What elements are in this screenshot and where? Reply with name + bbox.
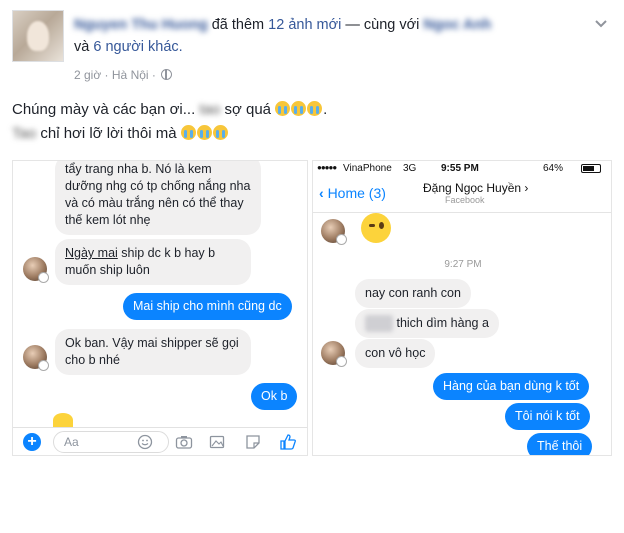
hidden-word: Tao (12, 125, 37, 142)
chevron-left-icon: ‹ (319, 185, 324, 201)
caption-line-2: Tao chỉ hơi lỡ lời thôi mà (12, 122, 612, 146)
sent-bubble: Mai ship cho mình cũng dc (123, 293, 292, 320)
clock-label: 9:55 PM (441, 163, 479, 174)
contact-avatar (23, 257, 49, 283)
contact-name[interactable]: Đặng Ngọc Huyền › (423, 181, 528, 195)
post-headline: Nguyen Thu Huong đã thêm 12 ảnh mới — cù… (74, 14, 594, 58)
post-meta: 2 giờ · Hà Nội · (74, 68, 173, 82)
and-text: và (74, 39, 90, 55)
network-label: 3G (403, 163, 417, 174)
post-header: Nguyen Thu Huong đã thêm 12 ảnh mới — cù… (12, 10, 612, 90)
battery-label: 64% (543, 163, 564, 174)
hidden-word: tao (199, 101, 221, 118)
sent-bubble: Thế thôi (527, 433, 593, 455)
carrier-label: VinaPhone (343, 163, 392, 174)
back-button[interactable]: ‹ Home (3) (319, 185, 386, 201)
crying-emoji-icon (291, 101, 307, 116)
photo-right-chat[interactable]: ●●●●● VinaPhone 3G 9:55 PM 64% ‹ Home (3… (312, 160, 612, 456)
emoji-partial (53, 413, 73, 427)
crying-emoji-icon (307, 101, 323, 116)
author-name[interactable]: Nguyen Thu Huong (74, 14, 208, 36)
back-label: Home (3) (327, 185, 386, 201)
camera-icon[interactable] (175, 434, 193, 450)
status-bar: ●●●●● VinaPhone 3G 9:55 PM 64% (313, 161, 611, 177)
sticker-icon[interactable] (245, 434, 261, 450)
message-bubble: xx thich dìm hàng a (355, 309, 499, 338)
smiley-icon[interactable] (137, 434, 153, 450)
contact-avatar (23, 345, 49, 371)
chevron-down-icon[interactable] (594, 16, 608, 32)
caption-line-1: Chúng mày và các bạn ơi... tao sợ quá . (12, 98, 612, 122)
globe-icon[interactable] (161, 69, 173, 80)
message-bubble: Ok ban. Vậy mai shipper sẽ gọi cho b nhé (55, 329, 251, 375)
contact-subtitle: Facebook (445, 195, 485, 205)
crying-emoji-icon (196, 125, 212, 140)
message-bubble: con vô học (355, 339, 436, 368)
chat-nav-bar: ‹ Home (3) Đặng Ngọc Huyền › Facebook (313, 177, 611, 213)
action-text: đã thêm (211, 17, 265, 33)
post-time[interactable]: 2 giờ (74, 68, 101, 82)
battery-icon (581, 164, 601, 173)
hidden-name: xx (365, 315, 393, 332)
message-bubble: tẩy trang nha b. Nó là kem dưỡng nhg có … (55, 161, 261, 235)
post-location[interactable]: Hà Nội (112, 68, 149, 82)
image-icon[interactable] (209, 434, 225, 450)
contact-avatar (321, 219, 347, 245)
others-link[interactable]: 6 người khác. (93, 39, 182, 55)
crying-emoji-icon (212, 125, 228, 140)
crying-emoji-icon (180, 125, 196, 140)
plus-icon[interactable]: + (23, 433, 41, 451)
wink-emoji-icon (361, 213, 391, 243)
chevron-right-icon: › (524, 181, 529, 195)
like-icon[interactable] (279, 434, 296, 450)
with-text: — cùng với (345, 17, 420, 33)
tagged-person[interactable]: Ngoc Anh (423, 14, 491, 36)
sent-bubble: Tôi nói k tốt (505, 403, 590, 430)
photo-left-chat[interactable]: tẩy trang nha b. Nó là kem dưỡng nhg có … (12, 160, 308, 456)
message-bubble: Ngày mai ship dc k b hay b muốn ship luô… (55, 239, 251, 285)
sent-bubble: Ok b (251, 383, 298, 410)
photos-link[interactable]: 12 ảnh mới (268, 17, 341, 33)
time-divider: 9:27 PM (444, 259, 482, 270)
sent-bubble: Hàng của bạn dùng k tốt (433, 373, 590, 400)
signal-dots: ●●●●● (317, 163, 337, 172)
message-bubble: nay con ranh con (355, 279, 471, 308)
avatar[interactable] (12, 10, 64, 62)
contact-avatar (321, 341, 347, 367)
message-composer: + Aa (13, 427, 307, 455)
crying-emoji-icon (275, 101, 291, 116)
post-caption: Chúng mày và các bạn ơi... tao sợ quá . … (12, 98, 612, 146)
